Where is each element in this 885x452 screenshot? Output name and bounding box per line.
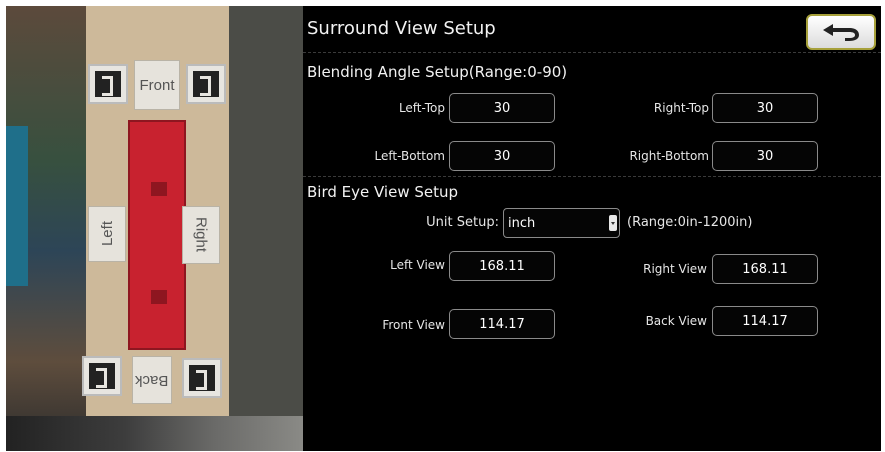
- back-view-input[interactable]: 114.17: [712, 306, 818, 336]
- calibration-marker: [88, 64, 128, 104]
- back-button[interactable]: [806, 14, 876, 50]
- preview-bottom-objects: [6, 416, 303, 451]
- car-slot: [151, 182, 167, 196]
- camera-preview: Front Back Left Right: [6, 6, 303, 451]
- front-view-input[interactable]: 114.17: [449, 309, 555, 339]
- blending-section-title: Blending Angle Setup(Range:0-90): [307, 63, 568, 81]
- right-label-card: Right: [182, 206, 220, 264]
- page-title: Surround View Setup: [307, 18, 496, 39]
- right-view-input[interactable]: 168.11: [712, 254, 818, 284]
- unit-select[interactable]: inch: [503, 208, 620, 238]
- calibration-marker: [182, 358, 222, 398]
- settings-panel: Surround View Setup Blending Angle Setup…: [303, 6, 881, 451]
- unit-select-value: inch: [508, 215, 536, 231]
- left-bottom-input[interactable]: 30: [449, 141, 555, 171]
- dropdown-arrow-icon: [609, 215, 617, 231]
- front-label-card: Front: [134, 60, 180, 110]
- section-divider: [303, 176, 881, 177]
- right-top-label: Right-Top: [653, 101, 709, 115]
- left-label-card: Left: [88, 206, 126, 262]
- unit-range-label: (Range:0in-1200in): [627, 215, 753, 230]
- left-view-input[interactable]: 168.11: [449, 251, 555, 281]
- left-view-label: Left View: [390, 258, 445, 272]
- right-view-label: Right View: [643, 262, 707, 276]
- right-top-input[interactable]: 30: [712, 93, 818, 123]
- car-slot: [151, 290, 167, 304]
- preview-car-model: [128, 120, 186, 350]
- back-view-label: Back View: [645, 314, 707, 328]
- front-view-label: Front View: [382, 318, 445, 332]
- calibration-marker: [186, 64, 226, 104]
- preview-circuit-board: [6, 126, 28, 286]
- back-label: Back: [135, 371, 169, 389]
- left-top-label: Left-Top: [398, 101, 445, 115]
- front-label: Front: [139, 76, 175, 94]
- unit-setup-label: Unit Setup:: [426, 215, 499, 230]
- back-arrow-icon: [823, 24, 859, 41]
- left-label: Left: [98, 221, 116, 247]
- back-label-card: Back: [132, 356, 172, 404]
- header-divider: [303, 52, 881, 53]
- right-label: Right: [192, 217, 210, 253]
- calibration-marker: [82, 356, 122, 396]
- left-bottom-label: Left-Bottom: [374, 149, 446, 163]
- left-top-input[interactable]: 30: [449, 93, 555, 123]
- right-bottom-input[interactable]: 30: [712, 141, 818, 171]
- right-bottom-label: Right-Bottom: [629, 149, 709, 163]
- preview-right-background: [229, 6, 303, 451]
- bird-eye-section-title: Bird Eye View Setup: [307, 183, 459, 201]
